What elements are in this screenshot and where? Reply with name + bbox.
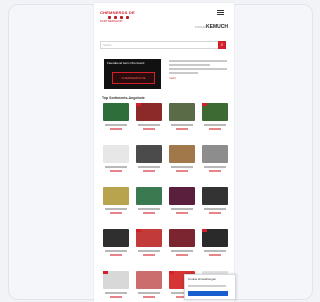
product-name [105,166,127,168]
sale-badge [103,271,108,274]
product-price [176,254,188,256]
section-title: Top Sortiments-Angebote [102,96,145,100]
product-card[interactable] [133,145,165,177]
banner-stamp-text: CHEMNERDS.DE [121,76,146,80]
product-price [143,170,155,172]
sale-badge [136,103,141,106]
product-name [171,208,193,210]
product-name [138,292,160,294]
cookie-title: Cookie Einstellungen [188,277,217,281]
product-name [105,124,127,126]
product-name [105,208,127,210]
sale-badge [169,271,174,274]
product-image [103,229,129,247]
product-card[interactable] [199,229,231,261]
product-price [209,254,221,256]
product-card[interactable] [199,103,231,135]
product-name [105,250,127,252]
product-name [204,166,226,168]
cookie-accept-button[interactable] [188,291,228,296]
sale-badge [202,229,207,232]
product-image [136,187,162,205]
search-input[interactable]: Suche [100,41,222,49]
partner-logo[interactable]: FORUMKEMUCH [195,24,228,30]
product-card[interactable] [199,145,231,177]
brand-subtitle: PARTNERSHOP [100,19,123,23]
product-card[interactable] [199,187,231,219]
shop-logo[interactable]: CHEMNERDS DE PARTNERSHOP [100,10,160,25]
product-card[interactable] [166,103,198,135]
cookie-consent-popup: Cookie Einstellungen [184,274,236,300]
mobile-page: CHEMNERDS DE PARTNERSHOP FORUMKEMUCH Suc… [94,3,234,302]
product-name [105,292,127,294]
hamburger-menu-icon[interactable] [217,10,224,15]
partner-prefix: FORUM [195,25,207,29]
promo-banner[interactable]: Feierabend beim Chemnerd CHEMNERDS.DE [104,59,161,89]
product-price [209,128,221,130]
product-image [136,145,162,163]
product-name [138,166,160,168]
product-price [176,212,188,214]
search-placeholder: Suche [103,43,112,47]
banner-stamp: CHEMNERDS.DE [112,72,155,84]
product-image [169,145,195,163]
intro-text: mehr [169,60,227,80]
product-card[interactable] [133,271,165,302]
product-grid [100,103,230,302]
search-button[interactable]: ⌕ [218,41,226,49]
product-price [143,128,155,130]
brand-name: CHEMNERDS DE [100,10,135,15]
product-image [136,271,162,289]
product-price [110,170,122,172]
product-price [110,128,122,130]
product-price [176,170,188,172]
product-name [138,124,160,126]
product-name [171,166,193,168]
product-price [143,296,155,298]
product-image [202,145,228,163]
product-name [138,250,160,252]
product-name [171,124,193,126]
product-name [204,124,226,126]
product-name [204,250,226,252]
sale-badge [136,229,141,232]
product-price [143,212,155,214]
product-image [169,229,195,247]
partner-name: KEMUCH [206,24,228,30]
product-price [176,128,188,130]
product-card[interactable] [100,271,132,302]
product-image [103,187,129,205]
product-name [204,208,226,210]
product-card[interactable] [100,145,132,177]
product-image [103,103,129,121]
product-card[interactable] [100,103,132,135]
product-card[interactable] [133,229,165,261]
product-image [169,187,195,205]
product-price [143,254,155,256]
product-price [110,212,122,214]
product-image [202,187,228,205]
product-price [209,170,221,172]
read-more-link[interactable]: mehr [169,76,227,80]
product-card[interactable] [133,187,165,219]
product-card[interactable] [166,187,198,219]
product-price [110,254,122,256]
product-name [171,250,193,252]
product-card[interactable] [166,145,198,177]
banner-text: Feierabend beim Chemnerd [107,61,145,65]
product-image [103,145,129,163]
sale-badge [202,103,207,106]
product-card[interactable] [166,229,198,261]
product-card[interactable] [100,187,132,219]
search-icon: ⌕ [220,42,224,48]
product-card[interactable] [133,103,165,135]
product-price [110,296,122,298]
product-image [169,103,195,121]
product-name [138,208,160,210]
product-card[interactable] [100,229,132,261]
product-price [209,212,221,214]
